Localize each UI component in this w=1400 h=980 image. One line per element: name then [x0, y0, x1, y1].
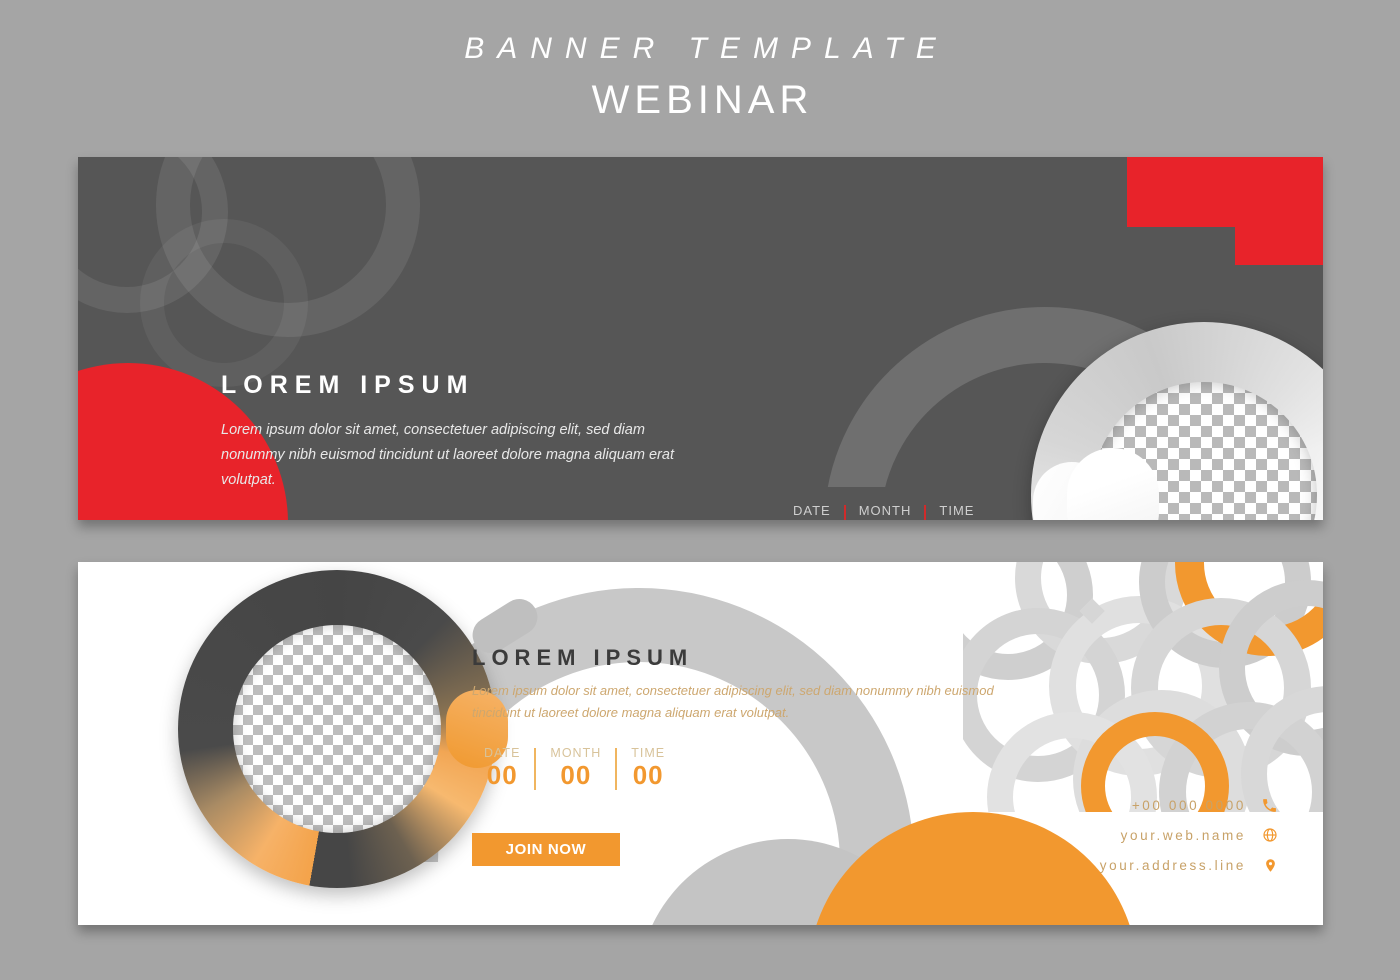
page-header: BANNER TEMPLATE WEBINAR [0, 0, 1400, 122]
phone-icon [1246, 797, 1278, 814]
date-block: DATE 00 MONTH 00 TIME 00 [472, 745, 677, 790]
month-value: 00 [560, 760, 592, 790]
dark-banner: LOREM IPSUM Lorem ipsum dolor sit amet, … [78, 157, 1323, 520]
date-block: DATE 00 MONTH 00 TIME 00 [781, 503, 986, 520]
banner-body-text: Lorem ipsum dolor sit amet, consectetuer… [221, 422, 674, 488]
contact-list: +00 000 0000 your.web.name your.address.… [1100, 790, 1278, 880]
date-separator [924, 505, 927, 520]
photo-ring-frame [178, 570, 545, 888]
date-separator [843, 505, 846, 520]
lattice-pattern [963, 562, 1323, 812]
date-column-month: MONTH 00 [538, 745, 613, 790]
date-separator [534, 748, 537, 790]
contact-row-address[interactable]: your.address.line [1100, 850, 1278, 880]
date-separator [615, 748, 618, 790]
globe-icon [1246, 827, 1278, 843]
date-column-date: DATE 00 [781, 503, 843, 520]
join-now-button[interactable]: JOIN NOW [472, 833, 620, 866]
contact-row-phone[interactable]: +00 000 0000 [1100, 790, 1278, 820]
date-value: 00 [486, 760, 518, 790]
decorative-ring-icon [140, 219, 308, 387]
banner-heading: LOREM IPSUM [472, 645, 694, 670]
location-pin-icon [1246, 857, 1278, 874]
header-subtitle: BANNER TEMPLATE [464, 32, 949, 65]
page-title: WEBINAR [591, 78, 814, 122]
photo-placeholder[interactable] [233, 625, 441, 833]
contact-row-web[interactable]: your.web.name [1100, 820, 1278, 850]
month-label: MONTH [858, 503, 912, 518]
banner-body-text: Lorem ipsum dolor sit amet, consectetuer… [472, 683, 994, 720]
date-column-time: TIME 00 [619, 745, 677, 790]
month-value: 00 [868, 519, 901, 521]
contact-web-text: your.web.name [1120, 827, 1246, 843]
banner-heading: LOREM IPSUM [221, 371, 475, 399]
time-value: 00 [632, 760, 664, 790]
date-label: DATE [484, 746, 521, 760]
date-column-date: DATE 00 [472, 745, 532, 790]
time-label: TIME [631, 746, 666, 760]
contact-phone-text: +00 000 0000 [1131, 797, 1246, 813]
photo-ring-frame [1031, 322, 1323, 520]
red-accent-block [1235, 157, 1323, 265]
banner-template-page: BANNER TEMPLATE WEBINAR LOREM IPSUM Lore… [0, 0, 1400, 980]
date-value: 00 [795, 519, 828, 521]
date-column-month: MONTH 00 [847, 503, 924, 520]
time-label: TIME [939, 503, 975, 518]
time-value: 00 [940, 519, 973, 521]
date-label: DATE [793, 503, 831, 518]
contact-address-text: your.address.line [1099, 857, 1246, 873]
date-column-time: TIME 00 [927, 503, 986, 520]
month-label: MONTH [550, 746, 602, 760]
